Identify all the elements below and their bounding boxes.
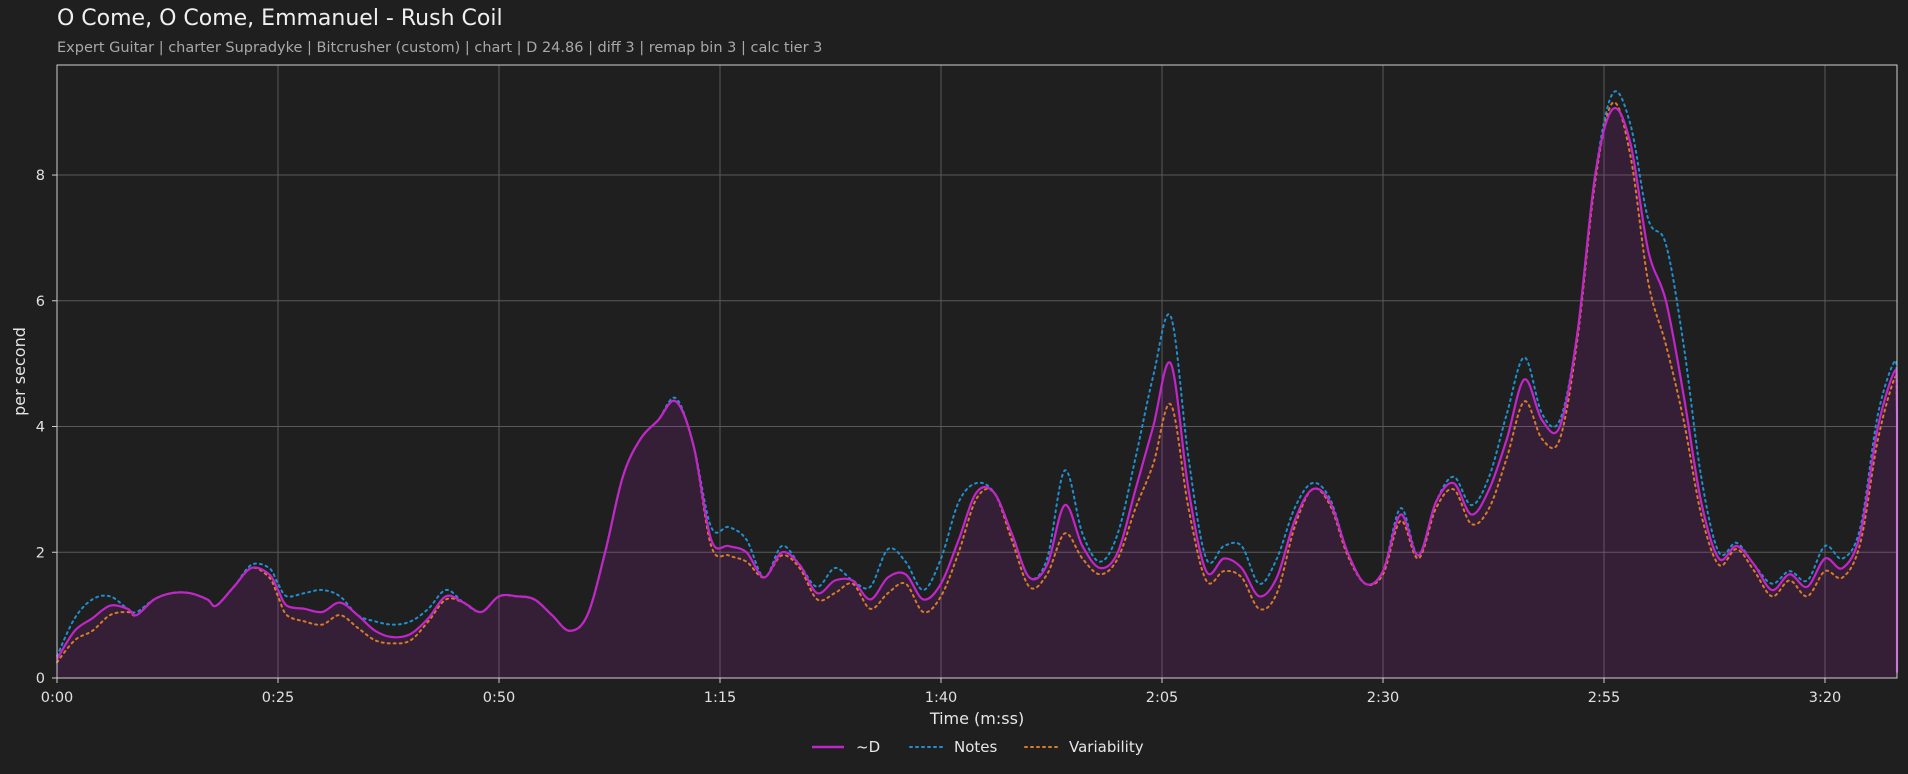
legend-label: ~D — [856, 738, 880, 756]
line-chart: 0:00 0:25 0:50 1:15 1:40 2:05 2:30 2:55 3:20 0 2 4… — [10, 64, 1899, 756]
y-axis: 0 2 4 6 8 — [36, 168, 57, 687]
legend-label: Variability — [1069, 738, 1144, 756]
legend-item: Notes — [909, 738, 998, 756]
x-tick-label: 0:50 — [483, 690, 516, 706]
x-tick-label: 2:55 — [1588, 690, 1621, 706]
x-tick-label: 2:05 — [1146, 690, 1179, 706]
y-axis-label: per second — [10, 327, 29, 416]
x-tick-label: 3:20 — [1809, 690, 1842, 706]
y-tick-label: 2 — [36, 545, 45, 561]
x-axis-label: Time (m:ss) — [929, 709, 1024, 728]
x-axis: 0:00 0:25 0:50 1:15 1:40 2:05 2:30 2:55 3:20 — [41, 678, 1842, 706]
x-tick-label: 0:25 — [262, 690, 295, 706]
x-tick-label: 1:15 — [704, 690, 737, 706]
x-tick-label: 1:40 — [925, 690, 958, 706]
y-tick-label: 4 — [36, 420, 45, 436]
y-tick-label: 8 — [36, 168, 45, 184]
legend-label: Notes — [954, 738, 998, 756]
x-tick-label: 2:30 — [1367, 690, 1400, 706]
y-tick-label: 6 — [36, 294, 45, 310]
x-tick-label: 0:00 — [41, 690, 74, 706]
legend-item: ~D — [812, 738, 880, 756]
legend-item: Variability — [1024, 738, 1144, 756]
legend: ~D Notes Variability — [812, 738, 1144, 756]
y-tick-label: 0 — [36, 671, 45, 687]
